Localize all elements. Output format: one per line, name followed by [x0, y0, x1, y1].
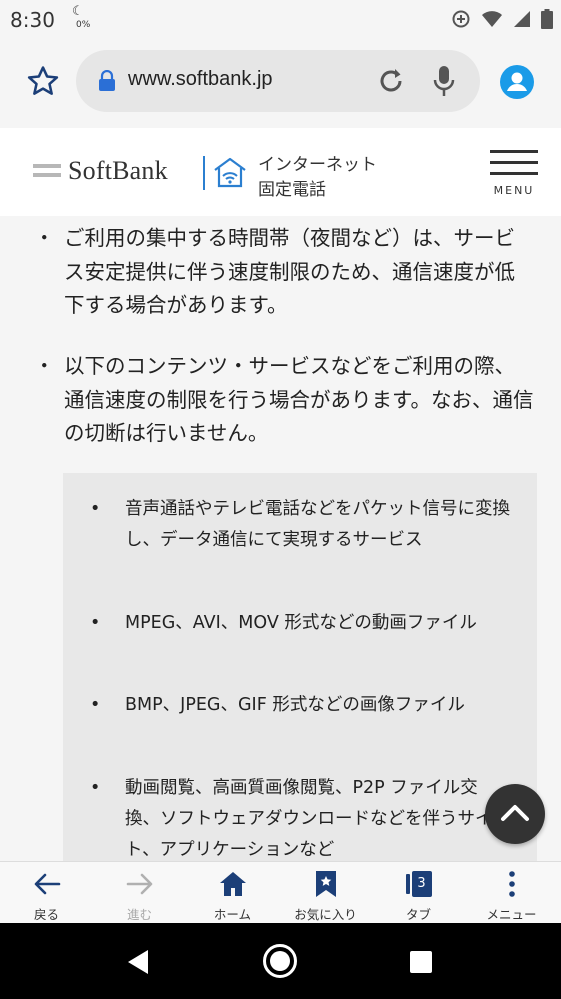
android-recents-icon[interactable]: [410, 951, 432, 973]
nav-home-button[interactable]: ホーム: [186, 862, 279, 924]
menu-button[interactable]: MENU: [488, 150, 540, 200]
android-navigation-bar: [0, 923, 561, 999]
sub-list-item-text: 動画閲覧、高画質画像閲覧、P2P ファイル交換、ソフトウェアダウンロードなどを伴…: [125, 778, 493, 860]
more-vertical-icon: [508, 871, 515, 897]
reload-icon[interactable]: [376, 66, 406, 96]
signal-icon: [514, 11, 530, 27]
sub-list-item-text: 音声通話やテレビ電話などをパケット信号に変換し、データ通信にて実現するサービス: [125, 499, 510, 550]
browser-toolbar: www.softbank.jp: [0, 38, 561, 166]
nav-home-label: ホーム: [213, 907, 252, 922]
service-label-internet: インターネット: [258, 155, 377, 175]
nav-tabs-label: タブ: [405, 907, 431, 922]
nav-forward-label: 進む: [126, 907, 152, 922]
tab-count: 3: [411, 871, 432, 897]
bookmark-icon: [315, 871, 336, 897]
softbank-logo-mark: [33, 164, 61, 182]
bullet-mark: ・: [34, 354, 55, 378]
account-icon[interactable]: [500, 65, 534, 99]
home-icon: [219, 872, 246, 896]
status-time: 8:30: [10, 8, 55, 32]
main-content: ・ ご利用の集中する時間帯（夜間など）は、サービス安定提供に伴う速度制限のため、…: [0, 216, 561, 861]
battery-saver-icon: ☾: [72, 4, 84, 19]
menu-label: MENU: [493, 184, 535, 197]
chevron-up-icon: [501, 805, 529, 821]
browser-bottom-nav: 戻る 進む ホーム お気に入り 3 タブ メニュー: [0, 861, 561, 923]
site-logo[interactable]: SoftBank: [68, 156, 168, 186]
wifi-icon: [482, 11, 502, 27]
list-item-text: ご利用の集中する時間帯（夜間など）は、サービス安定提供に伴う速度制限のため、通信…: [64, 226, 515, 317]
sub-bullet-mark: •: [90, 695, 101, 715]
android-home-icon[interactable]: [263, 944, 297, 978]
nav-back-label: 戻る: [33, 907, 59, 922]
sub-bullet-mark: •: [90, 778, 101, 798]
content-list-box: • 音声通話やテレビ電話などをパケット信号に変換し、データ通信にて実現するサービ…: [63, 473, 537, 861]
service-label-landline: 固定電話: [258, 180, 326, 200]
url-text: www.softbank.jp: [128, 68, 273, 90]
scroll-to-top-button[interactable]: [485, 784, 545, 844]
nav-menu-button[interactable]: メニュー: [465, 862, 558, 924]
back-arrow-icon: [34, 873, 60, 895]
nav-tabs-button[interactable]: 3 タブ: [372, 862, 465, 924]
forward-arrow-icon: [126, 873, 152, 895]
nav-back-button[interactable]: 戻る: [0, 862, 93, 924]
nav-favorites-button[interactable]: お気に入り: [279, 862, 372, 924]
sub-list-item-text: MPEG、AVI、MOV 形式などの動画ファイル: [125, 613, 477, 633]
bullet-mark: ・: [34, 226, 55, 250]
house-wifi-icon: [214, 157, 246, 188]
nav-menu-label: メニュー: [486, 907, 537, 922]
battery-icon: [541, 9, 553, 29]
nav-favorites-label: お気に入り: [294, 907, 357, 922]
status-bar: 8:30 ☾ 0%: [0, 0, 561, 38]
battery-saver-percent: 0%: [76, 20, 91, 30]
sub-list-item-text: BMP、JPEG、GIF 形式などの画像ファイル: [125, 695, 465, 715]
lock-icon: [99, 70, 115, 91]
logo-divider: [203, 156, 205, 190]
sub-bullet-mark: •: [90, 613, 101, 633]
data-saver-icon: [452, 10, 470, 28]
list-item-text: 以下のコンテンツ・サービスなどをご利用の際、通信速度の制限を行う場合があります。…: [64, 354, 534, 445]
sub-bullet-mark: •: [90, 499, 101, 519]
menu-hamburger-icon: [490, 150, 538, 153]
status-icons: [451, 8, 553, 30]
mic-icon[interactable]: [432, 64, 456, 98]
address-bar[interactable]: www.softbank.jp: [76, 50, 480, 112]
tabs-icon: 3: [405, 871, 432, 897]
bookmark-star-icon[interactable]: [26, 64, 60, 98]
nav-forward-button[interactable]: 進む: [93, 862, 186, 924]
site-header: SoftBank インターネット 固定電話 MENU: [0, 128, 561, 216]
android-back-icon[interactable]: [126, 949, 150, 975]
